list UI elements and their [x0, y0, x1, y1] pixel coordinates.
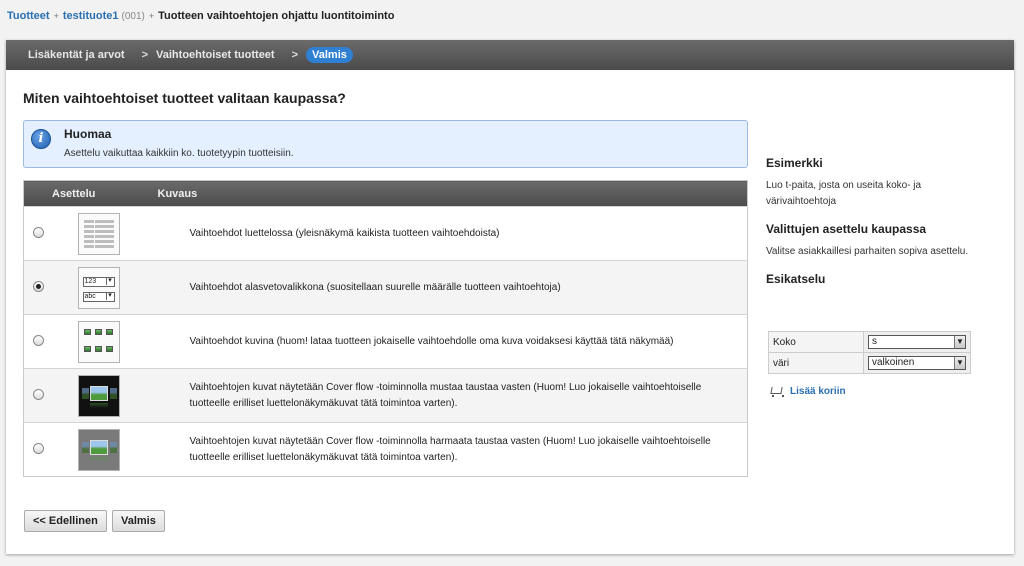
step-arrow-icon: > [291, 49, 299, 61]
layout-list-radio[interactable] [33, 227, 45, 239]
breadcrumb-current: Tuotteen vaihtoehtojen ohjattu luontitoi… [158, 10, 395, 22]
breadcrumb-separator: + [53, 11, 59, 21]
page-title: Miten vaihtoehtoiset tuotteet valitaan k… [23, 90, 346, 106]
column-header-layout: Asettelu [23, 180, 158, 207]
coverflow-gray-icon [77, 428, 120, 471]
notice-title: Huomaa [64, 127, 112, 141]
layout-option-description: Vaihtoehdot alasvetovalikkona (suositell… [157, 260, 748, 315]
notice-body: Asettelu vaikuttaa kaikkiin ko. tuotetyy… [64, 148, 294, 159]
dropdown-layout-icon: 123 abc [77, 266, 120, 309]
finish-button[interactable]: Valmis [112, 510, 165, 532]
layout-coverflow-black-radio[interactable] [33, 389, 45, 401]
breadcrumb-product-number: (001) [121, 11, 145, 22]
example-title: Esimerkki [766, 156, 823, 170]
breadcrumb-separator: + [148, 11, 155, 21]
step-arrow-icon: > [141, 49, 149, 61]
wizard-steps-bar: Lisäkentät ja arvot > Vaihtoehtoiset tuo… [6, 40, 1014, 70]
sidebar: Esimerkki Luo t-paita, josta on useita k… [766, 156, 986, 298]
column-header-description: Kuvaus [157, 180, 748, 207]
wizard-step-fields[interactable]: Lisäkentät ja arvot [28, 49, 125, 61]
layout-coverflow-gray-radio[interactable] [33, 443, 45, 455]
notice-box: i Huomaa Asettelu vaikuttaa kaikkiin ko.… [23, 120, 748, 168]
layout-option-description: Vaihtoehdot kuvina (huom! lataa tuotteen… [157, 314, 748, 369]
layout-option-description: Vaihtoehtojen kuvat näytetään Cover flow… [157, 368, 748, 423]
layout-dropdown-radio[interactable] [33, 281, 45, 293]
layout-option-row[interactable]: 123 abc Vaihtoehdot alasvetovalikkona (s… [23, 260, 748, 315]
layout-title: Valittujen asettelu kaupassa [766, 222, 927, 236]
preview-color-label: väri [768, 352, 864, 374]
chevron-down-icon: ▼ [954, 336, 965, 348]
list-layout-icon [77, 212, 120, 255]
layout-option-description: Vaihtoehtojen kuvat näytetään Cover flow… [157, 422, 748, 477]
preview-title: Esikatselu [766, 272, 826, 286]
preview-color-select[interactable]: valkoinen ▼ [868, 356, 966, 370]
wizard-panel: Lisäkentät ja arvot > Vaihtoehtoiset tuo… [6, 40, 1014, 554]
image-grid-layout-icon [77, 320, 120, 363]
layout-text: Valitse asiakkaillesi parhaiten sopiva a… [766, 246, 969, 257]
breadcrumb-products-link[interactable]: Tuotteet [7, 10, 50, 22]
layout-option-row[interactable]: Vaihtoehdot kuvina (huom! lataa tuotteen… [23, 314, 748, 369]
preview-size-label: Koko [768, 331, 864, 353]
coverflow-black-icon [77, 374, 120, 417]
wizard-step-variants[interactable]: Vaihtoehtoiset tuotteet [156, 49, 275, 61]
example-text: Luo t-paita, josta on useita koko- ja vä… [766, 180, 922, 207]
previous-button[interactable]: << Edellinen [24, 510, 107, 532]
layout-option-description: Vaihtoehdot luettelossa (yleisnäkymä kai… [157, 206, 748, 261]
cart-icon [770, 386, 784, 397]
layout-options-table: Asettelu Kuvaus Vaihtoehdot luettelossa … [23, 180, 748, 477]
breadcrumb-product-link[interactable]: testituote1 [63, 10, 119, 22]
add-to-cart-label: Lisää koriin [790, 386, 846, 397]
layout-option-row[interactable]: Vaihtoehdot luettelossa (yleisnäkymä kai… [23, 206, 748, 261]
layout-option-row[interactable]: Vaihtoehtojen kuvat näytetään Cover flow… [23, 368, 748, 423]
chevron-down-icon: ▼ [954, 357, 965, 369]
preview-table: Koko s ▼ väri valkoinen ▼ [768, 331, 971, 374]
top-breadcrumb: Tuotteet + testituote1 (001) + Tuotteen vaih… [7, 10, 394, 22]
add-to-cart-link[interactable]: Lisää koriin [770, 386, 846, 397]
layout-option-row[interactable]: Vaihtoehtojen kuvat näytetään Cover flow… [23, 422, 748, 477]
wizard-step-done[interactable]: Valmis [306, 47, 353, 63]
layout-images-radio[interactable] [33, 335, 45, 347]
info-icon: i [31, 129, 51, 149]
preview-size-select[interactable]: s ▼ [868, 335, 966, 349]
